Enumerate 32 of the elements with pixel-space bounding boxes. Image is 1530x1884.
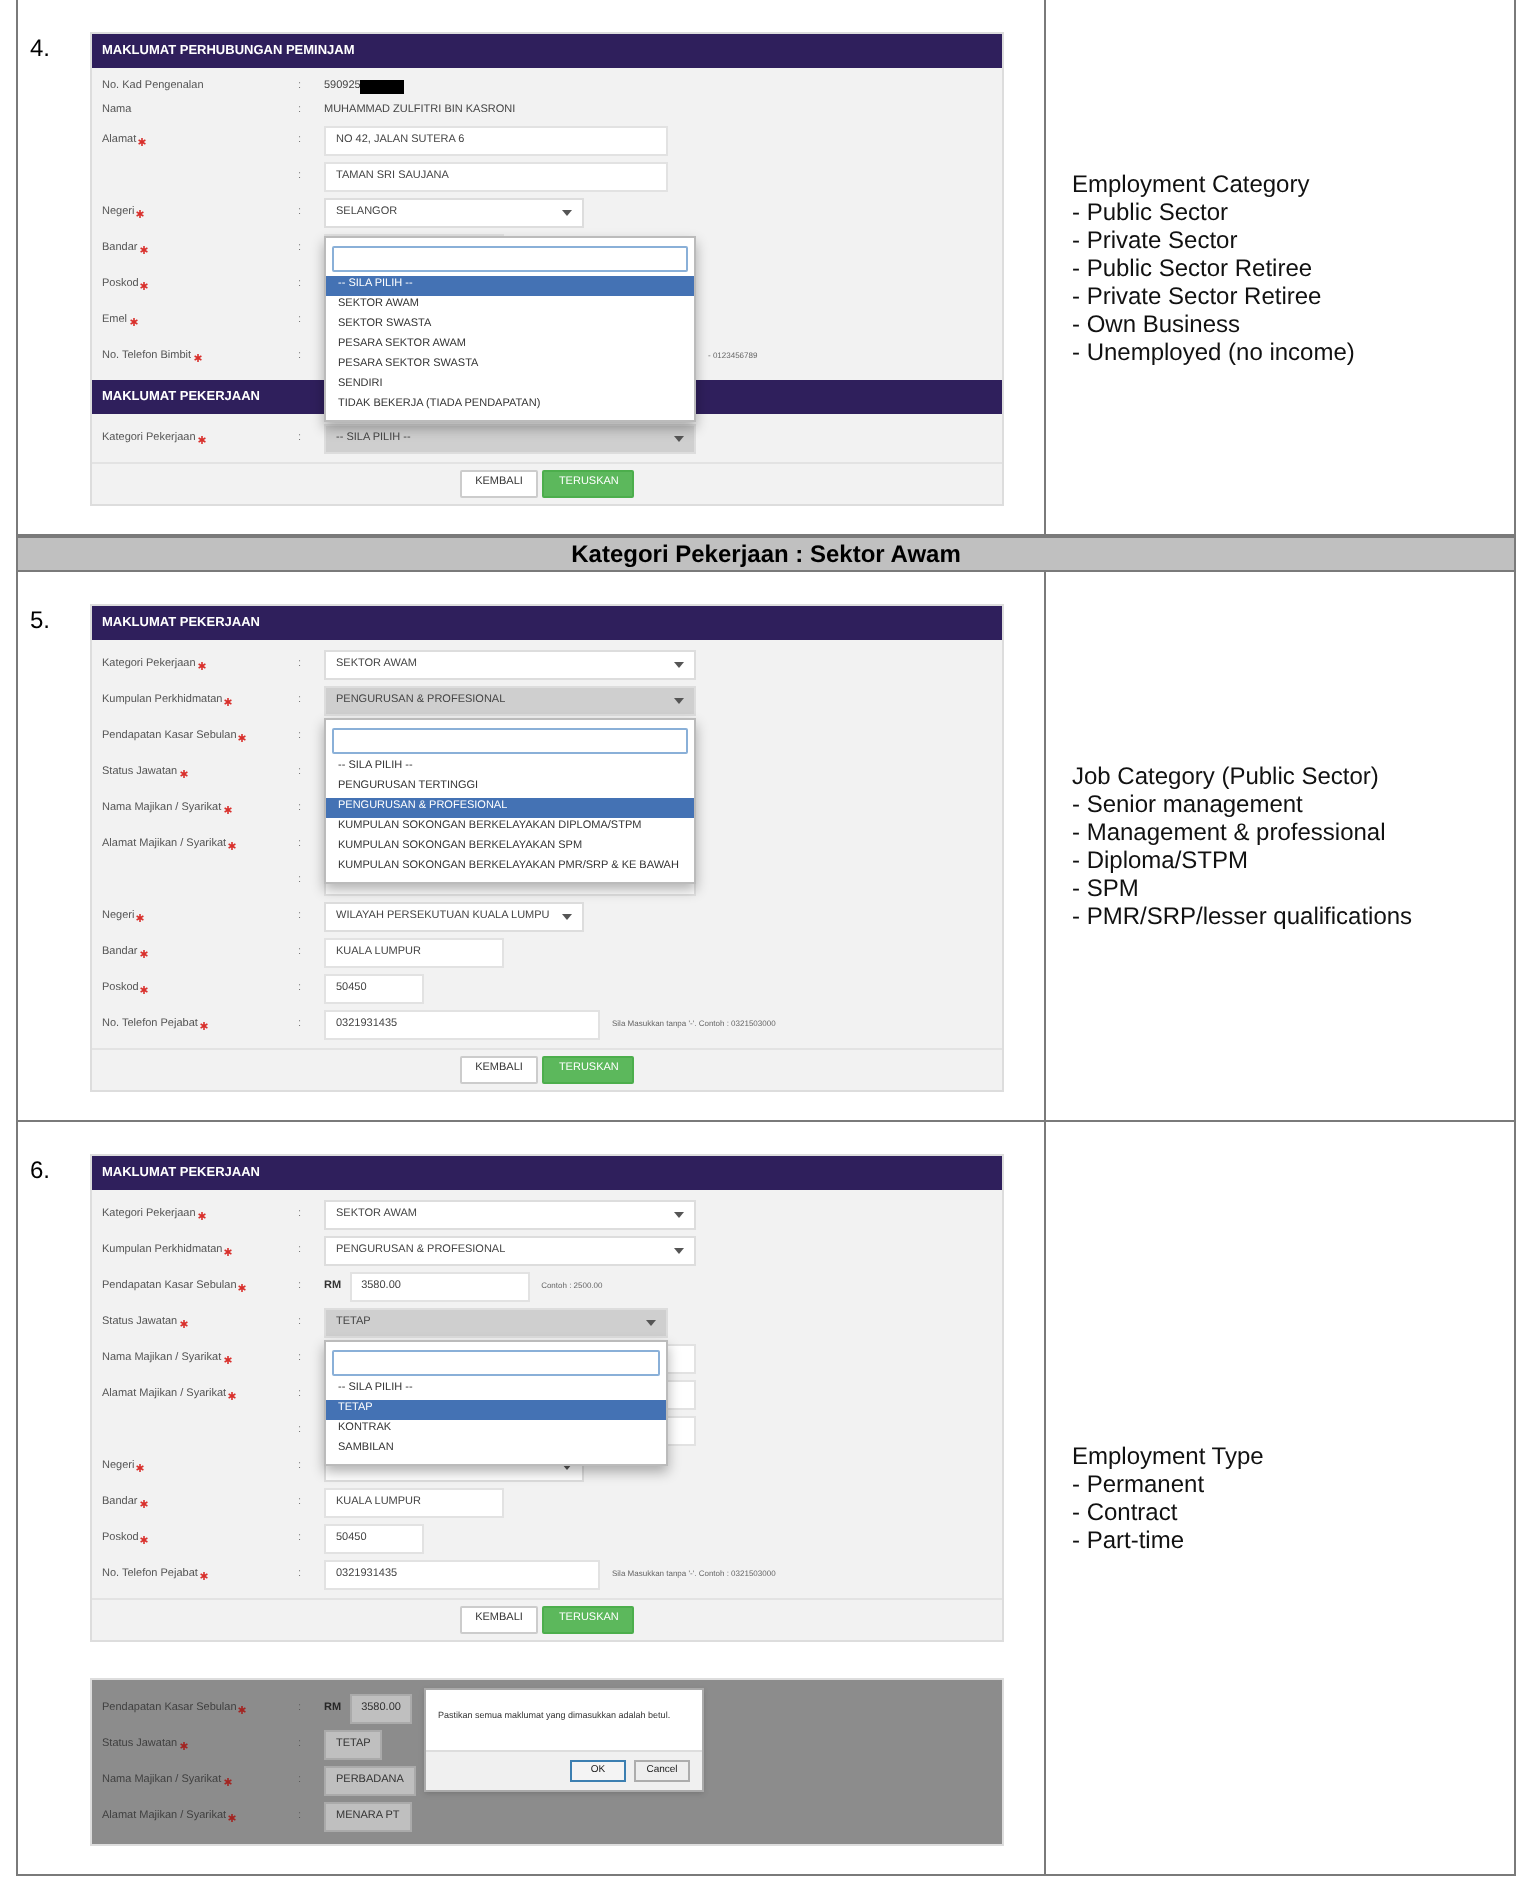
note-item: - Public Sector Retiree bbox=[1072, 253, 1315, 281]
note-title: Employment Category bbox=[1072, 169, 1312, 197]
note-item: - SPM bbox=[1072, 874, 1141, 902]
step-number: 5. bbox=[28, 604, 53, 638]
caret-icon bbox=[646, 1319, 656, 1325]
note-item: - Management & professional bbox=[1072, 818, 1388, 846]
note-item: - Own Business bbox=[1072, 309, 1243, 337]
note-item: - Diploma/STPM bbox=[1072, 846, 1251, 874]
step-number: 6. bbox=[28, 1154, 53, 1188]
note-item: - Senior management bbox=[1072, 790, 1305, 818]
caret-icon bbox=[562, 913, 572, 919]
step-number: 4. bbox=[28, 32, 53, 66]
note-title: Employment Type bbox=[1072, 1442, 1266, 1470]
caret-icon bbox=[562, 209, 572, 215]
note-item: - Contract bbox=[1072, 1498, 1180, 1526]
search-field[interactable] bbox=[332, 245, 688, 271]
note-item: - Part-time bbox=[1072, 1526, 1187, 1554]
note-item: - Private Sector Retiree bbox=[1072, 281, 1324, 309]
note-item: - Permanent bbox=[1072, 1470, 1207, 1498]
caret-icon bbox=[674, 1211, 684, 1217]
caret-icon bbox=[674, 661, 684, 667]
search-field[interactable] bbox=[332, 1349, 660, 1375]
search-field[interactable] bbox=[332, 727, 688, 753]
caret-icon bbox=[674, 435, 684, 441]
section-heading: Kategori Pekerjaan : Sektor Awam bbox=[18, 536, 1514, 572]
note-title: Job Category (Public Sector) bbox=[1072, 762, 1381, 790]
caret-icon bbox=[674, 1247, 684, 1253]
note-item: - Private Sector bbox=[1072, 225, 1240, 253]
note-item: - Public Sector bbox=[1072, 197, 1231, 225]
note-item: - PMR/SRP/lesser qualifications bbox=[1072, 902, 1415, 930]
caret-icon bbox=[674, 697, 684, 703]
note-item: - Unemployed (no income) bbox=[1072, 337, 1357, 365]
